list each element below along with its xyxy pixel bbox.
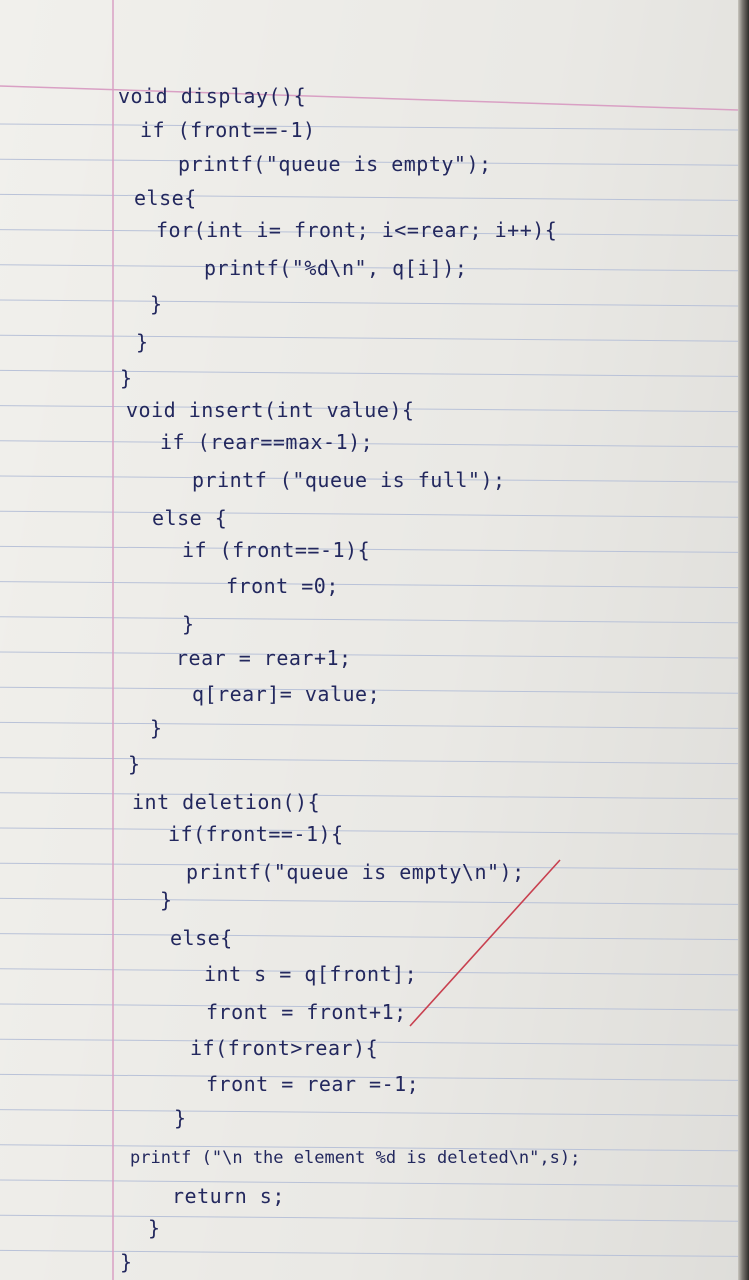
page-edge-shadow [738, 0, 749, 1280]
strike-overlay [409, 859, 561, 1027]
strike-line [409, 859, 561, 1027]
notebook-page: void display(){ if (front==-1) printf("q… [0, 0, 738, 1280]
